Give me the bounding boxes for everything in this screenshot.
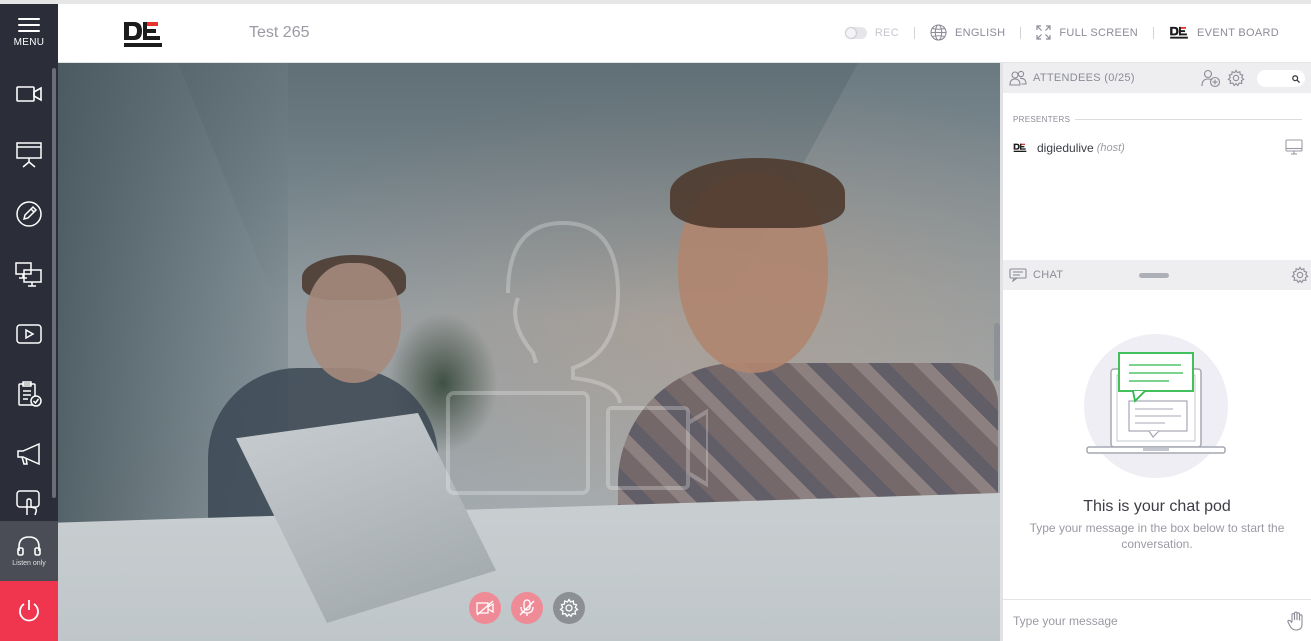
gear-icon [1291, 266, 1309, 284]
student-head [306, 263, 401, 383]
gear-icon [1227, 69, 1245, 87]
divider [913, 26, 915, 39]
search-icon [1292, 74, 1300, 83]
camera-icon [16, 86, 42, 102]
left-sidebar: MENU Listen only [0, 4, 58, 641]
leave-button[interactable] [0, 581, 58, 641]
raise-hand-icon [1287, 611, 1303, 631]
chat-message-input[interactable] [1013, 613, 1283, 628]
divider [1020, 26, 1022, 39]
listen-only-label: Listen only [12, 560, 46, 567]
language-label: ENGLISH [954, 26, 1006, 39]
expand-icon [1036, 25, 1051, 40]
monitor-icon [1285, 139, 1303, 155]
chat-empty-subtitle: Type your message in the box below to st… [1029, 521, 1285, 551]
event-board-button[interactable]: EVENT BOARD [1169, 26, 1279, 40]
media-controls [469, 592, 585, 624]
menu-label: MENU [13, 37, 45, 48]
add-user-button[interactable] [1201, 69, 1221, 93]
camera-toggle-button[interactable] [469, 592, 501, 624]
sidebar-item-whiteboard[interactable] [0, 184, 58, 244]
sidebar-item-announcement[interactable] [0, 424, 58, 484]
sidebar-item-video-play[interactable] [0, 304, 58, 364]
top-header: Test 265 REC ENGLISH FULL SCREEN EVENT B… [58, 4, 1311, 63]
menu-button[interactable]: MENU [0, 4, 58, 62]
language-button[interactable]: ENGLISH [930, 24, 1005, 41]
power-icon [19, 600, 39, 622]
globe-icon [930, 24, 947, 41]
presentation-icon [16, 142, 42, 168]
resize-handle[interactable] [1139, 273, 1169, 278]
chat-empty-title: This is your chat pod [1083, 498, 1231, 515]
event-board-logo-icon [1170, 26, 1188, 39]
media-settings-button[interactable] [553, 592, 585, 624]
no-video-placeholder-icon [446, 220, 708, 495]
presenter-name: digiedulive [1037, 141, 1094, 155]
mic-toggle-button[interactable] [511, 592, 543, 624]
divider [1153, 26, 1155, 39]
presenters-label: PRESENTERS [1013, 115, 1071, 124]
gear-icon [559, 598, 579, 618]
header-actions: REC ENGLISH FULL SCREEN EVENT BOARD [844, 24, 1279, 41]
chat-laptop-illustration [1084, 334, 1228, 478]
chat-label: CHAT [1033, 269, 1064, 281]
video-play-icon [16, 324, 42, 344]
presenters-divider [1075, 119, 1302, 120]
event-board-label: EVENT BOARD [1197, 26, 1279, 39]
session-title: Test 265 [249, 24, 310, 41]
rec-toggle[interactable]: REC [844, 26, 899, 39]
attendees-settings-button[interactable] [1227, 69, 1245, 92]
listen-only-button[interactable]: Listen only [0, 521, 58, 581]
chat-composer [1003, 599, 1311, 641]
announcement-icon [17, 442, 40, 466]
attendees-header: ATTENDEES (0/25) [1003, 63, 1311, 93]
fullscreen-label: FULL SCREEN [1059, 26, 1139, 39]
sidebar-item-interaction[interactable] [0, 482, 58, 522]
screen-share-icon [15, 262, 42, 287]
chat-settings-button[interactable] [1291, 266, 1309, 289]
poll-icon [18, 381, 42, 407]
presenter-avatar-logo [1013, 143, 1027, 152]
add-user-icon [1201, 69, 1221, 88]
attendees-icon [1009, 70, 1027, 86]
rec-switch[interactable] [844, 26, 867, 39]
hamburger-icon [18, 18, 40, 32]
rec-label: REC [874, 26, 899, 39]
presenter-role: (host) [1096, 142, 1125, 154]
chat-header: CHAT [1003, 260, 1311, 290]
interaction-icon [16, 490, 40, 516]
right-panel: ATTENDEES (0/25) PRESENTERS digiedulive … [1000, 63, 1311, 641]
presenter-screen-button[interactable] [1285, 139, 1303, 160]
camera-off-icon [476, 600, 494, 616]
whiteboard-icon [16, 201, 42, 227]
raise-hand-button[interactable] [1287, 611, 1305, 636]
attendee-search[interactable] [1257, 70, 1305, 87]
headphones-icon [17, 536, 41, 556]
sidebar-item-poll[interactable] [0, 364, 58, 424]
digi-education-logo [124, 22, 162, 47]
fullscreen-button[interactable]: FULL SCREEN [1036, 25, 1138, 40]
chat-icon [1009, 268, 1027, 282]
sidebar-item-presentation[interactable] [0, 124, 58, 184]
attendees-label: ATTENDEES (0/25) [1033, 72, 1135, 84]
presenter-item[interactable]: digiedulive (host) [1013, 139, 1303, 157]
sidebar-item-screen-share[interactable] [0, 244, 58, 304]
video-stage [58, 63, 1000, 641]
sidebar-item-camera[interactable] [0, 64, 58, 124]
mic-off-icon [519, 599, 535, 616]
